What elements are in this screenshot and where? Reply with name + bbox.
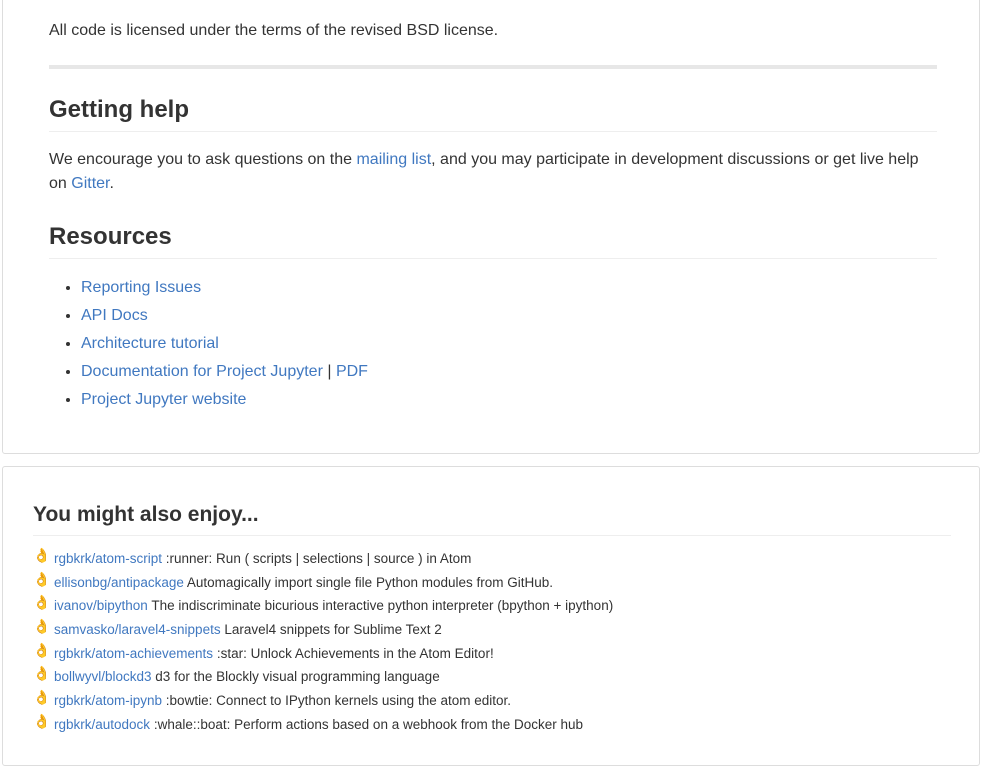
link-separator: | (322, 363, 336, 380)
ok-hand-icon: 👌 (33, 570, 51, 587)
ok-hand-icon: 👌 (33, 689, 51, 706)
repo-link[interactable]: rgbkrk/atom-achievements (54, 646, 213, 661)
repo-description: :runner: Run ( scripts | selections | so… (162, 551, 472, 566)
related-heading: You might also enjoy... (33, 503, 259, 526)
repo-link[interactable]: bollwyvl/blockd3 (54, 669, 152, 684)
repo-description: d3 for the Blockly visual programming la… (151, 669, 440, 685)
repo-link[interactable]: rgbkrk/autodock (54, 717, 150, 732)
repo-description: :whale::boat: Perform actions based on a… (150, 716, 584, 732)
resource-item: Reporting Issues (81, 274, 368, 302)
horizontal-rule (49, 65, 937, 69)
repo-description: :bowtie: Connect to IPython kernels usin… (162, 693, 511, 709)
resource-item: Project Jupyter website (81, 386, 368, 414)
project-jupyter-website-link[interactable]: Project Jupyter website (81, 391, 246, 408)
repo-link[interactable]: rgbkrk/atom-ipynb (54, 693, 162, 708)
list-item: 👌 bollwyvl/blockd3 d3 for the Blockly vis… (33, 665, 613, 689)
help-text-before: We encourage you to ask questions on the (49, 151, 357, 168)
resources-list: Reporting Issues API Docs Architecture t… (49, 274, 368, 414)
gitter-link[interactable]: Gitter (71, 175, 109, 192)
reporting-issues-link[interactable]: Reporting Issues (81, 279, 201, 296)
heading-underline (49, 131, 937, 132)
ok-hand-icon: 👌 (33, 618, 51, 635)
repo-description: Automagically import single file Python … (183, 574, 554, 590)
repo-link[interactable]: rgbkrk/atom-script (54, 551, 162, 566)
pdf-link[interactable]: PDF (336, 363, 368, 380)
list-item: 👌 ellisonbg/antipackage Automagically imp… (33, 571, 613, 595)
list-item: 👌 ivanov/bipython The indiscriminate bicu… (33, 594, 613, 618)
getting-help-heading: Getting help (49, 96, 189, 123)
related-repos-list: 👌 rgbkrk/atom-script :runner: Run ( scrip… (33, 547, 613, 737)
resource-item: API Docs (81, 302, 368, 330)
architecture-tutorial-link[interactable]: Architecture tutorial (81, 335, 219, 352)
api-docs-link[interactable]: API Docs (81, 307, 148, 324)
heading-underline (33, 535, 951, 536)
ok-hand-icon: 👌 (33, 547, 51, 563)
repo-description: The indiscriminate bicurious interactive… (147, 598, 614, 614)
repo-description: :star: Unlock Achievements in the Atom E… (213, 645, 494, 661)
resources-heading: Resources (49, 223, 172, 250)
list-item: 👌 rgbkrk/atom-achievements :star: Unlock … (33, 642, 613, 666)
ok-hand-icon: 👌 (33, 665, 51, 682)
resource-item: Architecture tutorial (81, 330, 368, 358)
help-text-after: . (109, 175, 114, 192)
documentation-link[interactable]: Documentation for Project Jupyter (81, 363, 323, 380)
readme-card: All code is licensed under the terms of … (2, 0, 980, 454)
list-item: 👌 rgbkrk/atom-script :runner: Run ( scrip… (33, 547, 613, 571)
list-item: 👌 rgbkrk/atom-ipynb :bowtie: Connect to I… (33, 689, 613, 713)
repo-link[interactable]: ivanov/bipython (54, 598, 148, 613)
license-text: All code is licensed under the terms of … (49, 22, 499, 39)
heading-underline (49, 258, 937, 259)
ok-hand-icon: 👌 (33, 594, 51, 611)
related-repos-card: You might also enjoy... 👌 rgbkrk/atom-scr… (2, 466, 980, 766)
getting-help-paragraph: We encourage you to ask questions on the… (49, 148, 939, 196)
repo-description: Laravel4 snippets for Sublime Text 2 (220, 622, 442, 638)
mailing-list-link[interactable]: mailing list (356, 151, 431, 168)
list-item: 👌 rgbkrk/autodock :whale::boat: Perform a… (33, 713, 613, 737)
repo-link[interactable]: samvasko/laravel4-snippets (54, 622, 221, 637)
ok-hand-icon: 👌 (33, 641, 51, 658)
list-item: 👌 samvasko/laravel4-snippets Laravel4 sni… (33, 618, 613, 642)
ok-hand-icon: 👌 (33, 712, 51, 729)
repo-link[interactable]: ellisonbg/antipackage (54, 575, 184, 590)
resource-item: Documentation for Project Jupyter | PDF (81, 358, 368, 386)
